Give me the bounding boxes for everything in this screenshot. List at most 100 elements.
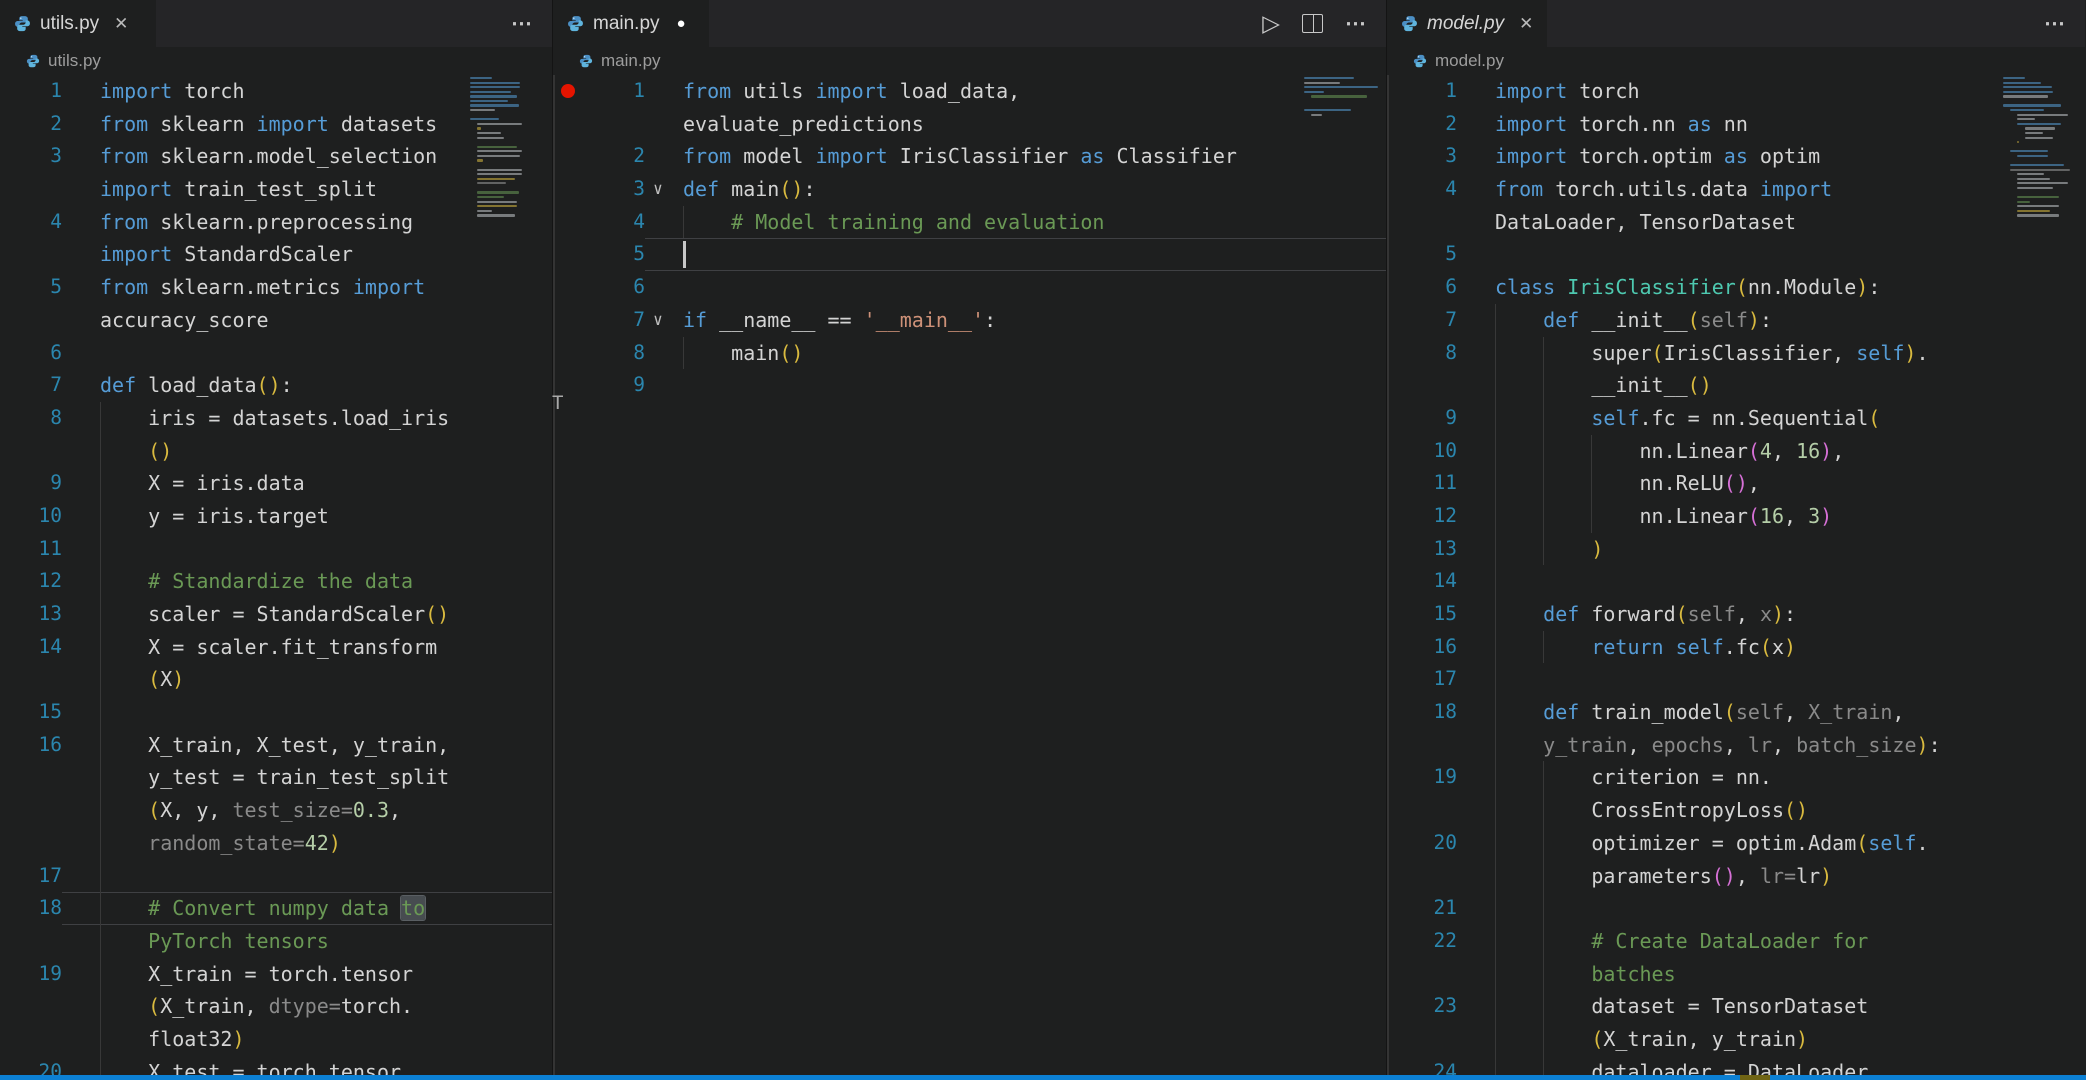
code-text[interactable]: import torch.nn as nn	[1483, 108, 2085, 141]
code-text[interactable]: CrossEntropyLoss()	[1483, 794, 2085, 827]
line-number[interactable]	[1387, 1023, 1457, 1056]
code-row[interactable]: 23 dataset = TensorDataset	[1387, 990, 2085, 1023]
line-number[interactable]	[0, 990, 62, 1023]
breakpoint-margin[interactable]	[553, 304, 583, 337]
line-number[interactable]	[1387, 369, 1457, 402]
code-row[interactable]: 4 # Model training and evaluation	[553, 205, 1386, 239]
code-line-content[interactable]: y = iris.target	[62, 499, 552, 533]
code-row[interactable]: 7 def load_data():	[0, 369, 552, 402]
code-text[interactable]	[1483, 892, 2085, 925]
code-line-content[interactable]: def __init__(self):	[1457, 303, 2085, 337]
code-line-content[interactable]	[645, 271, 1386, 304]
code-row[interactable]: DataLoader, TensorDataset	[1387, 206, 2085, 239]
code-row[interactable]: 1 from utils import load_data,	[553, 75, 1386, 108]
line-number[interactable]	[0, 238, 62, 271]
run-file-icon[interactable]: ▷	[1262, 12, 1280, 35]
code-line-content[interactable]: parameters(), lr=lr)	[1457, 859, 2085, 893]
code-row[interactable]: 17	[1387, 663, 2085, 697]
code-text[interactable]	[1483, 663, 2085, 697]
code-text[interactable]: # Create DataLoader for	[1483, 924, 2085, 958]
code-line-content[interactable]: batches	[1457, 957, 2085, 991]
breadcrumb[interactable]: utils.py	[0, 47, 552, 75]
code-row[interactable]: (X_train, y_train)	[1387, 1022, 2085, 1056]
code-text[interactable]: def train_model(self, X_train,	[1483, 696, 2085, 729]
line-number[interactable]: 1	[1387, 75, 1457, 108]
code-row[interactable]: 15 def forward(self, x):	[1387, 598, 2085, 631]
more-actions-icon[interactable]: ⋯	[511, 13, 534, 34]
code-text[interactable]: X_train, X_test, y_train,	[88, 728, 552, 762]
code-text[interactable]: nn.Linear(16, 3)	[1483, 499, 2085, 533]
line-number[interactable]	[1387, 729, 1457, 762]
line-number[interactable]: 5	[0, 271, 62, 304]
code-row[interactable]: 6	[553, 271, 1386, 304]
line-number[interactable]	[1387, 794, 1457, 827]
code-row[interactable]: 1 import torch	[1387, 75, 2085, 108]
more-actions-icon[interactable]: ⋯	[1345, 13, 1368, 34]
code-row[interactable]: batches	[1387, 957, 2085, 991]
code-line-content[interactable]: from torch.utils.data import	[1457, 173, 2085, 206]
code-row[interactable]: 12 nn.Linear(16, 3)	[1387, 499, 2085, 533]
line-number[interactable]: 21	[1387, 892, 1457, 925]
line-number[interactable]	[1387, 860, 1457, 893]
line-number[interactable]: 13	[1387, 533, 1457, 566]
minimap[interactable]	[2003, 77, 2077, 219]
breakpoint-margin[interactable]	[553, 337, 583, 370]
line-number[interactable]: 19	[0, 958, 62, 991]
code-text[interactable]: nn.ReLU(),	[1483, 467, 2085, 500]
code-row[interactable]: 19 criterion = nn.	[1387, 761, 2085, 795]
code-row[interactable]: 8 main()	[553, 336, 1386, 370]
line-number[interactable]: 9	[583, 369, 645, 402]
code-text[interactable]: (X_train, dtype=torch.	[88, 990, 552, 1023]
code-row[interactable]: 18 # Convert numpy data to	[0, 892, 552, 925]
code-text[interactable]: # Convert numpy data to	[88, 892, 552, 925]
code-line-content[interactable]: class IrisClassifier(nn.Module):	[1457, 271, 2085, 304]
code-line-content[interactable]: criterion = nn.	[1457, 761, 2085, 795]
code-text[interactable]: iris = datasets.load_iris	[88, 401, 552, 435]
code-row[interactable]: 9 X = iris.data	[0, 467, 552, 500]
line-number[interactable]: 10	[1387, 435, 1457, 468]
breakpoint-margin[interactable]	[553, 238, 583, 271]
line-number[interactable]: 8	[1387, 337, 1457, 370]
code-row[interactable]: 4 from torch.utils.data import	[1387, 173, 2085, 206]
code-text[interactable]	[671, 369, 1386, 402]
current-line[interactable]	[645, 238, 1386, 271]
code-line-content[interactable]	[62, 532, 552, 566]
line-number[interactable]: 12	[1387, 500, 1457, 533]
code-line-content[interactable]: nn.Linear(16, 3)	[1457, 499, 2085, 533]
code-line-content[interactable]: import StandardScaler	[62, 238, 552, 271]
code-row[interactable]: 5	[553, 238, 1386, 271]
code-text[interactable]: criterion = nn.	[1483, 761, 2085, 795]
code-text[interactable]	[1483, 565, 2085, 598]
code-text[interactable]: # Model training and evaluation	[671, 205, 1386, 239]
code-line-content[interactable]: X = iris.data	[62, 467, 552, 500]
minimap[interactable]	[470, 77, 544, 219]
code-text[interactable]: DataLoader, TensorDataset	[1483, 206, 2085, 239]
code-row[interactable]: 12 # Standardize the data	[0, 565, 552, 598]
code-line-content[interactable]	[1457, 565, 2085, 598]
code-line-content[interactable]: super(IrisClassifier, self).	[1457, 336, 2085, 370]
split-editor-icon[interactable]	[1302, 14, 1323, 33]
code-line-content[interactable]: from model import IrisClassifier as Clas…	[645, 140, 1386, 173]
code-line-content[interactable]: PyTorch tensors	[62, 924, 552, 958]
code-line-content[interactable]: (X_train, y_train)	[1457, 1022, 2085, 1056]
line-number[interactable]: 1	[0, 75, 62, 108]
code-row[interactable]: 9	[553, 369, 1386, 402]
code-line-content[interactable]: self.fc = nn.Sequential(	[1457, 401, 2085, 435]
code-line-content[interactable]: def forward(self, x):	[1457, 598, 2085, 631]
code-text[interactable]: import torch	[1483, 75, 2085, 108]
code-text[interactable]	[1483, 238, 2085, 271]
line-number[interactable]: 17	[0, 860, 62, 893]
line-number[interactable]: 11	[0, 533, 62, 566]
code-row[interactable]: 13 )	[1387, 532, 2085, 566]
code-editor-main[interactable]: 1 from utils import load_data, evaluate_pr…	[553, 75, 1386, 1080]
code-row[interactable]: 7 def __init__(self):	[1387, 303, 2085, 337]
code-line-content[interactable]: from sklearn.metrics import	[62, 271, 552, 304]
line-number[interactable]	[0, 925, 62, 958]
code-row[interactable]: 20 optimizer = optim.Adam(self.	[1387, 826, 2085, 860]
code-text[interactable]: from utils import load_data,	[671, 75, 1386, 108]
code-text[interactable]: import StandardScaler	[88, 238, 552, 271]
breakpoint-margin[interactable]	[553, 108, 583, 141]
code-text[interactable]: from model import IrisClassifier as Clas…	[671, 140, 1386, 173]
breakpoint-margin[interactable]	[553, 271, 583, 304]
code-line-content[interactable]: def load_data():	[62, 369, 552, 402]
